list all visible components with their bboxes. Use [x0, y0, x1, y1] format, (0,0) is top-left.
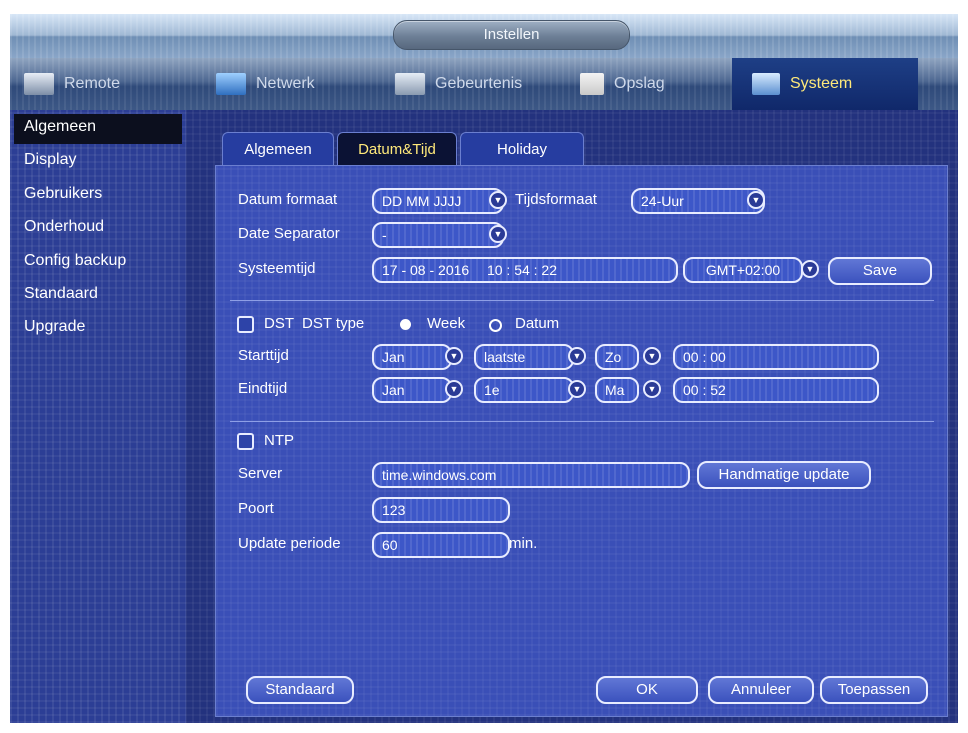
sidebar-item-gebruikers[interactable]: Gebruikers [24, 185, 102, 203]
start-time-field[interactable]: 00 : 00 [673, 344, 879, 370]
tab-systeem-label: Systeem [790, 75, 853, 92]
chevron-down-icon[interactable]: ▼ [643, 347, 661, 365]
chevron-down-icon[interactable]: ▼ [801, 260, 819, 278]
manual-update-button[interactable]: Handmatige update [697, 461, 871, 489]
start-month-value: Jan [382, 349, 405, 365]
tab-opslag-label: Opslag [614, 75, 665, 92]
tab-algemeen[interactable]: Algemeen [222, 132, 334, 167]
system-time-label: Systeemtijd [238, 260, 316, 277]
server-input[interactable]: time.windows.com [372, 462, 690, 488]
sidebar-item-algemeen[interactable]: Algemeen [24, 118, 96, 136]
date-format-label: Datum formaat [238, 191, 338, 208]
tab-netwerk-label: Netwerk [256, 75, 315, 92]
chevron-down-icon[interactable]: ▼ [568, 347, 586, 365]
update-period-unit: min. [509, 535, 538, 552]
chevron-down-icon[interactable]: ▼ [489, 225, 507, 243]
start-week-select[interactable]: laatste [474, 344, 574, 370]
sidebar-item-config-backup[interactable]: Config backup [24, 252, 126, 270]
start-day-select[interactable]: Zo [595, 344, 639, 370]
event-icon [395, 73, 425, 95]
dst-label: DST [264, 315, 294, 332]
system-icon [752, 73, 780, 95]
update-period-value: 60 [382, 537, 398, 553]
system-time-date: 17 - 08 - 2016 [382, 262, 470, 278]
sidebar-item-standaard[interactable]: Standaard [24, 285, 98, 303]
chevron-down-icon[interactable]: ▼ [747, 191, 765, 209]
end-day-select[interactable]: Ma [595, 377, 639, 403]
chevron-down-icon[interactable]: ▼ [643, 380, 661, 398]
end-day-value: Ma [605, 382, 625, 398]
date-separator-select[interactable]: - [372, 222, 504, 248]
timezone-select[interactable]: GMT+02:00 [683, 257, 803, 283]
start-month-select[interactable]: Jan [372, 344, 452, 370]
end-week-value: 1e [484, 382, 500, 398]
tab-remote[interactable]: Remote [24, 58, 194, 110]
dst-checkbox[interactable] [237, 316, 254, 333]
tab-gebeurtenis[interactable]: Gebeurtenis [395, 58, 565, 110]
time-format-value: 24-Uur [641, 193, 684, 209]
default-button[interactable]: Standaard [246, 676, 354, 704]
camera-icon [24, 73, 54, 95]
radio-datum-label: Datum [515, 315, 560, 332]
divider [230, 300, 934, 301]
datetime-panel [215, 165, 948, 717]
title-bar: Instellen [10, 14, 958, 58]
ok-button[interactable]: OK [596, 676, 698, 704]
end-time-field[interactable]: 00 : 52 [673, 377, 879, 403]
time-format-select[interactable]: 24-Uur [631, 188, 765, 214]
sidebar-item-display[interactable]: Display [24, 151, 76, 169]
ntp-label: NTP [264, 432, 294, 449]
ntp-checkbox[interactable] [237, 433, 254, 450]
radio-datum[interactable] [489, 319, 502, 332]
update-period-label: Update periode [238, 535, 341, 552]
main-tab-bar: Remote Netwerk Gebeurtenis Opslag Systee… [10, 58, 958, 110]
date-separator-label: Date Separator [238, 225, 340, 242]
end-time-value: 00 : 52 [683, 382, 726, 398]
tab-remote-label: Remote [64, 75, 121, 92]
end-time-label: Eindtijd [238, 380, 288, 397]
save-button[interactable]: Save [828, 257, 932, 285]
end-month-value: Jan [382, 382, 405, 398]
server-label: Server [238, 465, 283, 482]
tab-netwerk[interactable]: Netwerk [216, 58, 386, 110]
radio-week-label: Week [427, 315, 466, 332]
dst-type-label: DST type [302, 315, 365, 332]
tab-gebeurtenis-label: Gebeurtenis [435, 75, 523, 92]
port-value: 123 [382, 502, 406, 518]
time-format-label: Tijdsformaat [515, 191, 597, 208]
date-format-select[interactable]: DD MM JJJJ [372, 188, 504, 214]
storage-icon [580, 73, 604, 95]
timezone-value: GMT+02:00 [705, 262, 781, 278]
sidebar-item-onderhoud[interactable]: Onderhoud [24, 218, 104, 236]
system-time-field[interactable]: 17 - 08 - 2016 10 : 54 : 22 [372, 257, 678, 283]
tab-holiday[interactable]: Holiday [460, 132, 584, 167]
chevron-down-icon[interactable]: ▼ [445, 347, 463, 365]
start-day-value: Zo [605, 349, 622, 365]
chevron-down-icon[interactable]: ▼ [568, 380, 586, 398]
tab-systeem[interactable]: Systeem [732, 58, 918, 110]
end-month-select[interactable]: Jan [372, 377, 452, 403]
start-week-value: laatste [484, 349, 526, 365]
date-separator-value: - [382, 227, 387, 243]
network-icon [216, 73, 246, 95]
tab-datum-tijd[interactable]: Datum&Tijd [337, 132, 457, 167]
radio-week[interactable] [400, 319, 411, 330]
date-format-value: DD MM JJJJ [382, 193, 462, 209]
system-time-time: 10 : 54 : 22 [486, 262, 558, 278]
port-label: Poort [238, 500, 274, 517]
port-input[interactable]: 123 [372, 497, 510, 523]
start-time-label: Starttijd [238, 347, 289, 364]
server-value: time.windows.com [382, 467, 497, 483]
chevron-down-icon[interactable]: ▼ [489, 191, 507, 209]
cancel-button[interactable]: Annuleer [708, 676, 814, 704]
update-period-input[interactable]: 60 [372, 532, 510, 558]
end-week-select[interactable]: 1e [474, 377, 574, 403]
chevron-down-icon[interactable]: ▼ [445, 380, 463, 398]
divider [230, 421, 934, 422]
apply-button[interactable]: Toepassen [820, 676, 928, 704]
start-time-value: 00 : 00 [683, 349, 726, 365]
window-title: Instellen [393, 20, 630, 50]
tab-opslag[interactable]: Opslag [580, 58, 720, 110]
sidebar-item-upgrade[interactable]: Upgrade [24, 318, 85, 336]
